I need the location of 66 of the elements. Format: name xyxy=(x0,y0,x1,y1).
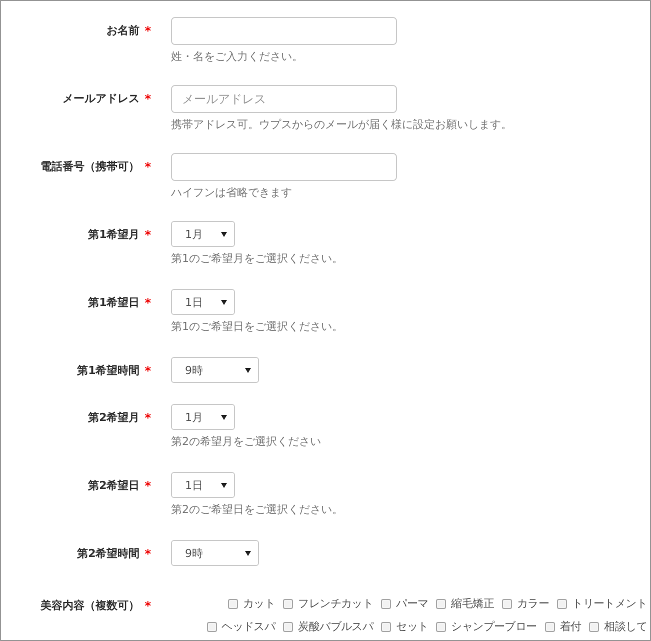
field-label: お名前 xyxy=(106,24,140,38)
field-label: 第1希望時間 xyxy=(77,364,140,378)
checkbox-label[interactable]: トリートメント xyxy=(572,597,647,611)
checkbox[interactable] xyxy=(436,599,446,609)
checkbox-label[interactable]: 相談して xyxy=(604,620,647,634)
help-text: 携帯アドレス可。ウプスからのメールが届く様に設定お願いします。 xyxy=(171,118,513,132)
dropdown[interactable]: 1月 xyxy=(171,221,235,247)
checkbox[interactable] xyxy=(502,599,512,609)
required-mark: * xyxy=(144,24,151,38)
help-text: 第1のご希望日をご選択ください。 xyxy=(171,320,344,334)
checkbox[interactable] xyxy=(283,599,294,609)
required-mark: * xyxy=(144,411,151,425)
caret-icon xyxy=(245,550,251,556)
field-label: 美容内容（複数可） xyxy=(40,599,140,613)
dropdown[interactable]: 1日 xyxy=(171,289,235,315)
field-label: 電話番号（携帯可） xyxy=(40,160,140,174)
checkbox-label[interactable]: カット xyxy=(243,597,276,611)
required-mark: * xyxy=(144,296,151,310)
required-mark: * xyxy=(144,479,151,493)
input-field[interactable]: メールアドレス xyxy=(171,85,397,113)
checkbox-label[interactable]: フレンチカット xyxy=(298,597,374,611)
dropdown[interactable]: 1日 xyxy=(171,472,235,498)
checkbox-label[interactable]: シャンプーブロー xyxy=(451,620,537,634)
help-text: 姓・名をご入力ください。 xyxy=(171,50,304,64)
checkbox[interactable] xyxy=(589,622,600,632)
caret-icon xyxy=(221,300,227,304)
help-text: 第2のご希望日をご選択ください。 xyxy=(171,503,344,517)
checkbox[interactable] xyxy=(381,622,392,632)
checkbox-label[interactable]: ヘッドスパ xyxy=(222,620,276,634)
field-label: 第1希望月 xyxy=(88,228,140,242)
checkbox[interactable] xyxy=(206,622,217,632)
checkbox-label[interactable]: セット xyxy=(396,620,428,634)
input-field[interactable] xyxy=(171,17,397,45)
required-mark: * xyxy=(144,228,151,242)
input-field[interactable] xyxy=(171,153,397,181)
help-text: 第1のご希望月をご選択ください。 xyxy=(171,252,344,266)
caret-icon xyxy=(245,368,251,372)
dropdown[interactable]: 9時 xyxy=(171,357,259,383)
field-label: 第2希望月 xyxy=(88,411,140,425)
help-text: 第2の希望月をご選択ください xyxy=(171,435,322,449)
field-label: 第2希望時間 xyxy=(77,547,140,561)
dropdown[interactable]: 1月 xyxy=(171,404,235,430)
checkbox-label[interactable]: 着付 xyxy=(560,620,582,634)
caret-icon xyxy=(221,232,227,236)
checkbox[interactable] xyxy=(228,599,238,609)
required-mark: * xyxy=(144,547,151,561)
checkbox-label[interactable]: 縮毛矯正 xyxy=(451,597,494,611)
checkbox[interactable] xyxy=(381,599,392,609)
field-label: 第1希望日 xyxy=(88,296,140,310)
checkbox-label[interactable]: 炭酸バブルスパ xyxy=(298,620,374,634)
caret-icon xyxy=(221,414,227,420)
checkbox[interactable] xyxy=(436,622,446,632)
help-text: ハイフンは省略できます xyxy=(171,186,293,200)
checkbox-label[interactable]: カラー xyxy=(516,597,550,611)
checkbox[interactable] xyxy=(557,599,568,609)
checkbox[interactable] xyxy=(544,622,555,632)
checkbox[interactable] xyxy=(283,622,294,632)
required-mark: * xyxy=(144,160,151,174)
field-label: メールアドレス xyxy=(62,92,140,106)
required-mark: * xyxy=(144,92,151,106)
caret-icon xyxy=(221,482,227,488)
dropdown[interactable]: 9時 xyxy=(171,540,259,566)
required-mark: * xyxy=(144,364,151,378)
required-mark: * xyxy=(144,599,151,613)
checkbox-label[interactable]: パーマ xyxy=(396,597,428,611)
field-label: 第2希望日 xyxy=(88,479,140,493)
